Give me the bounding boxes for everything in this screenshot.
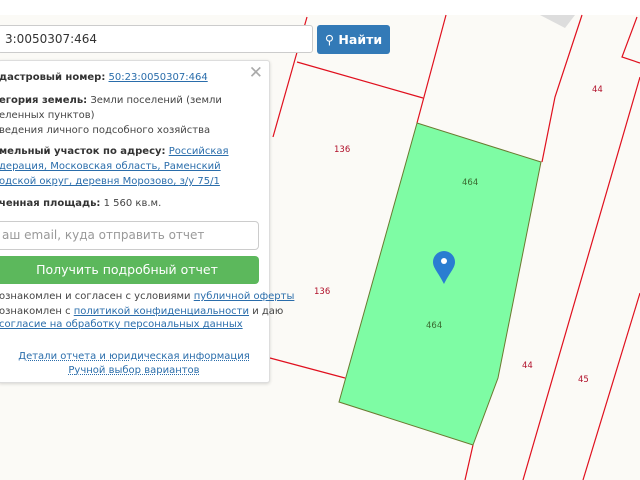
public-offer-link[interactable]: публичной оферты — [194, 291, 295, 302]
parcel-label: 136 — [314, 287, 331, 297]
address-link[interactable]: дерация, Московская область, Раменский — [0, 161, 221, 172]
email-input[interactable]: аш email, куда отправить отчет — [0, 221, 259, 250]
get-report-button[interactable]: Получить подробный отчет — [0, 256, 259, 284]
map-decoration — [540, 15, 575, 28]
parcel-info-panel: ✕ дастровый номер: 50:23:0050307:464 его… — [0, 60, 294, 383]
cadastral-search-input[interactable]: 3:0050307:464 — [0, 25, 313, 53]
close-icon[interactable]: ✕ — [249, 63, 263, 83]
find-button[interactable]: ⚲ Найти — [317, 25, 390, 54]
personal-data-consent-link[interactable]: согласие на обработку персональных данны… — [0, 319, 243, 330]
report-details-link[interactable]: Детали отчета и юридическая информация — [18, 351, 249, 362]
boundary-line — [269, 357, 346, 379]
manual-selection-link[interactable]: Ручной выбор вариантов — [68, 365, 199, 376]
selected-parcel — [338, 122, 542, 446]
search-icon: ⚲ — [324, 32, 335, 47]
boundary-line — [416, 14, 447, 124]
cadastral-number-link[interactable]: 50:23:0050307:464 — [109, 72, 208, 83]
parcel-label: 44 — [592, 85, 603, 95]
address-link[interactable]: одской округ, деревня Морозово, з/у 75/1 — [0, 176, 220, 187]
parcel-label: 44 — [522, 361, 533, 371]
boundary-line — [464, 444, 474, 480]
address-link[interactable]: Российская — [169, 146, 229, 157]
boundary-line — [541, 14, 583, 163]
privacy-policy-link[interactable]: политикой конфиденциальности — [74, 306, 249, 317]
boundary-line — [522, 76, 640, 480]
boundary-line — [582, 292, 640, 480]
boundary-line — [621, 16, 640, 64]
parcel-label: 45 — [578, 375, 589, 385]
parcel-label: 464 — [426, 321, 443, 331]
boundary-line — [296, 61, 424, 99]
parcel-label: 464 — [462, 178, 479, 188]
parcel-label: 136 — [334, 145, 351, 155]
